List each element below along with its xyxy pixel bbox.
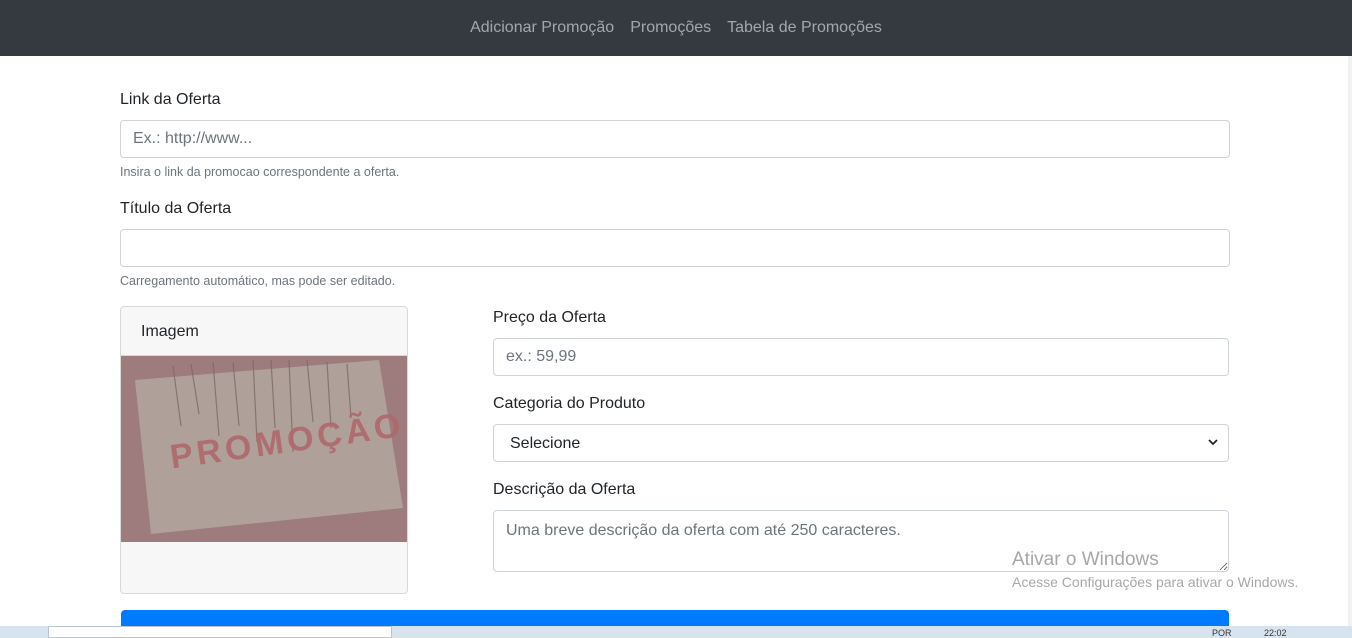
taskbar-search-box[interactable] <box>48 626 392 638</box>
promo-image: PROMOÇÃO <box>121 356 407 542</box>
taskbar-language[interactable]: POR <box>1212 628 1232 638</box>
titulo-help-text: Carregamento automático, mas pode ser ed… <box>120 274 396 288</box>
link-label: Link da Oferta <box>120 91 221 108</box>
link-help-text: Insira o link da promocao correspondente… <box>120 165 400 179</box>
image-card-header: Imagem <box>121 307 407 356</box>
taskbar-clock[interactable]: 22:02 <box>1264 628 1287 638</box>
navbar: Adicionar Promoção Promoções Tabela de P… <box>0 0 1352 56</box>
windows-activation-subtitle: Acesse Configurações para ativar o Windo… <box>1012 574 1299 590</box>
titulo-input[interactable] <box>120 229 1230 267</box>
categoria-label: Categoria do Produto <box>493 395 646 412</box>
categoria-selected-value: Selecione <box>510 435 581 452</box>
image-card: Imagem PROMOÇÃO <box>120 306 408 594</box>
descricao-label: Descrição da Oferta <box>493 481 636 498</box>
preco-label: Preço da Oferta <box>493 309 606 326</box>
categoria-select[interactable]: Selecione <box>493 424 1229 462</box>
link-input[interactable] <box>120 120 1230 158</box>
titulo-label: Título da Oferta <box>120 200 232 217</box>
page-scrollbar[interactable] <box>1348 56 1352 626</box>
promo-image-graphic: PROMOÇÃO <box>121 356 407 542</box>
windows-activation-title: Ativar o Windows <box>1012 549 1159 570</box>
nav-link-adicionar-promocao[interactable]: Adicionar Promoção <box>462 19 622 37</box>
taskbar: POR 22:02 <box>0 626 1352 638</box>
preco-input[interactable] <box>493 338 1229 376</box>
nav-link-tabela-promocoes[interactable]: Tabela de Promoções <box>719 19 890 37</box>
chevron-down-icon <box>1208 439 1218 446</box>
nav-link-promocoes[interactable]: Promoções <box>622 19 719 37</box>
